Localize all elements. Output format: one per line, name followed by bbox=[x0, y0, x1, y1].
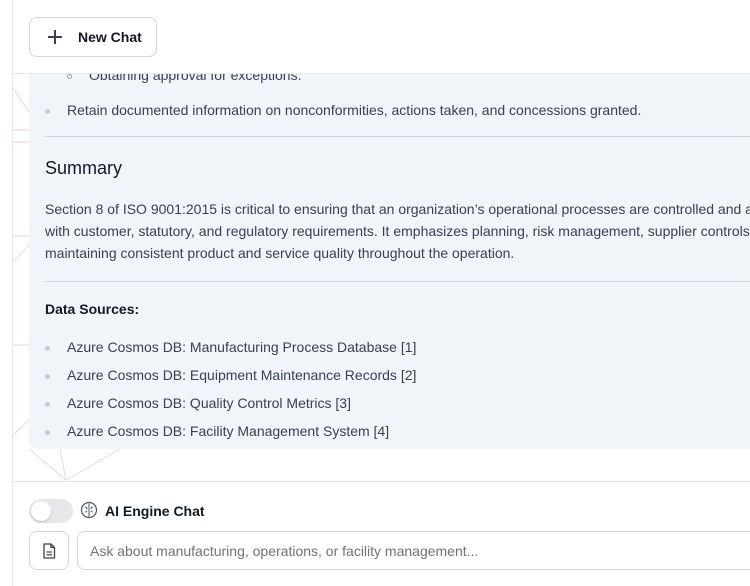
bullet-marker bbox=[45, 430, 50, 435]
source-item: Azure Cosmos DB: Quality Control Metrics… bbox=[45, 395, 351, 411]
attach-file-button[interactable] bbox=[29, 531, 69, 570]
divider bbox=[45, 136, 750, 137]
list-item-text: Obtaining approval for exceptions. bbox=[89, 74, 302, 83]
ai-engine-label: AI Engine Chat bbox=[105, 503, 205, 519]
list-item-text: Retain documented information on nonconf… bbox=[67, 102, 642, 118]
top-bar: New Chat bbox=[13, 0, 750, 74]
bullet-marker bbox=[45, 402, 50, 407]
source-item: Azure Cosmos DB: Manufacturing Process D… bbox=[45, 339, 417, 355]
brain-icon bbox=[80, 501, 98, 519]
summary-line: maintaining consistent product and servi… bbox=[45, 245, 515, 261]
left-rail bbox=[0, 0, 13, 586]
plus-icon bbox=[48, 30, 62, 44]
source-item-text: Azure Cosmos DB: Quality Control Metrics… bbox=[67, 395, 351, 411]
source-item: Azure Cosmos DB: Facility Management Sys… bbox=[45, 423, 390, 439]
composer: AI Engine Chat bbox=[13, 481, 750, 586]
source-item: Azure Cosmos DB: Equipment Maintenance R… bbox=[45, 367, 417, 383]
assistant-message: Obtaining approval for exceptions. Retai… bbox=[29, 74, 750, 449]
bullet-marker bbox=[67, 74, 72, 79]
toggle-knob bbox=[31, 501, 51, 521]
new-chat-button[interactable]: New Chat bbox=[29, 17, 157, 57]
document-icon bbox=[43, 542, 56, 559]
list-item: Retain documented information on nonconf… bbox=[45, 102, 642, 118]
bullet-marker bbox=[45, 374, 50, 379]
chat-input[interactable] bbox=[77, 531, 750, 570]
summary-line: Section 8 of ISO 9001:2015 is critical t… bbox=[45, 201, 750, 217]
source-item-text: Azure Cosmos DB: Facility Management Sys… bbox=[67, 423, 390, 439]
source-item-text: Azure Cosmos DB: Equipment Maintenance R… bbox=[67, 367, 417, 383]
bullet-marker bbox=[45, 346, 50, 351]
source-item-text: Azure Cosmos DB: Manufacturing Process D… bbox=[67, 339, 417, 355]
bullet-marker bbox=[45, 109, 50, 114]
ai-engine-toggle[interactable] bbox=[29, 499, 73, 523]
summary-paragraph: Section 8 of ISO 9001:2015 is critical t… bbox=[45, 198, 750, 264]
divider bbox=[45, 281, 750, 282]
list-item: Obtaining approval for exceptions. bbox=[67, 74, 302, 83]
summary-heading: Summary bbox=[45, 158, 123, 178]
new-chat-label: New Chat bbox=[78, 29, 142, 45]
summary-line: with customer, statutory, and regulatory… bbox=[45, 223, 750, 239]
data-sources-heading: Data Sources: bbox=[45, 301, 140, 317]
